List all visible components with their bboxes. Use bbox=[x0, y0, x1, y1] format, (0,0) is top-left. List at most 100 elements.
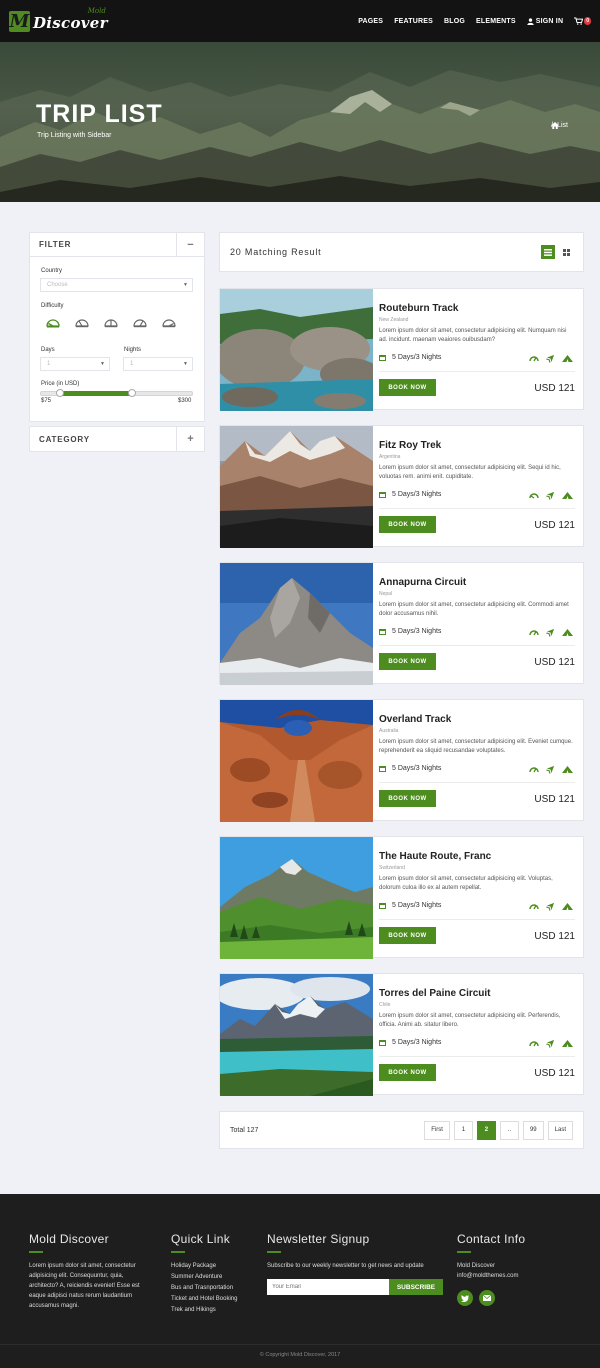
home-icon[interactable] bbox=[551, 122, 560, 129]
price-max-handle[interactable] bbox=[127, 389, 136, 397]
trip-image[interactable] bbox=[220, 700, 373, 822]
trip-image[interactable] bbox=[220, 563, 373, 685]
trip-country: Australia bbox=[379, 728, 399, 734]
footer-quick-title: Quick Link bbox=[171, 1232, 231, 1246]
copyright-text: Copyright Mold Discover, 2017 bbox=[265, 1352, 341, 1358]
trip-name[interactable]: Fitz Roy Trek bbox=[379, 440, 441, 451]
footer-link[interactable]: Holiday Package bbox=[171, 1261, 256, 1272]
difficulty-icon bbox=[529, 356, 539, 362]
list-view-icon bbox=[544, 248, 552, 256]
filter-collapse-button[interactable]: − bbox=[176, 232, 204, 257]
tent-icon bbox=[562, 629, 573, 636]
trip-image[interactable] bbox=[220, 837, 373, 959]
nav-blog[interactable]: BLOG bbox=[444, 18, 465, 25]
trip-name[interactable]: Overland Track bbox=[379, 714, 451, 725]
book-now-button[interactable]: BOOK NOW bbox=[379, 1064, 436, 1081]
days-label: Days bbox=[41, 347, 55, 353]
newsletter-email-input[interactable] bbox=[267, 1279, 389, 1295]
nights-select[interactable]: 1 ▼ bbox=[123, 357, 193, 371]
difficulty-options bbox=[46, 316, 176, 328]
trip-price: USD 121 bbox=[534, 657, 575, 668]
trip-name[interactable]: Torres del Paine Circuit bbox=[379, 988, 491, 999]
tent-icon bbox=[562, 903, 573, 910]
category-expand-button[interactable]: + bbox=[176, 427, 204, 451]
footer-link[interactable]: Summer Adventure bbox=[171, 1272, 256, 1283]
trip-country: Chile bbox=[379, 1002, 391, 1008]
difficulty-icon bbox=[529, 630, 539, 636]
page-title: TRIP LIST bbox=[36, 100, 163, 128]
site-footer: Mold Discover Lorem ipsum dolor sit amet… bbox=[0, 1194, 600, 1368]
subscribe-button[interactable]: SUBSCRIBE bbox=[389, 1279, 443, 1295]
page-2-button[interactable]: 2 bbox=[476, 1120, 496, 1140]
difficulty-moderate-icon[interactable] bbox=[75, 316, 89, 328]
cart-button[interactable]: 0 bbox=[574, 17, 591, 25]
footer-about-text: Lorem ipsum dolor sit amet, consectetur … bbox=[29, 1263, 140, 1309]
book-now-button[interactable]: BOOK NOW bbox=[379, 790, 436, 807]
price-min-handle[interactable] bbox=[55, 389, 64, 397]
tent-icon bbox=[562, 492, 573, 499]
footer-link[interactable]: Trek and Hikings bbox=[171, 1305, 256, 1316]
chevron-down-icon: ▼ bbox=[183, 361, 188, 367]
trip-country: New Zealand bbox=[379, 317, 409, 323]
plane-icon bbox=[546, 491, 555, 500]
difficulty-easy-icon[interactable] bbox=[46, 316, 60, 328]
contact-email[interactable]: info@moldthemes.com bbox=[457, 1271, 567, 1281]
days-select[interactable]: 1 ▼ bbox=[40, 357, 110, 371]
price-range-fill bbox=[59, 391, 132, 396]
calendar-icon bbox=[379, 1040, 386, 1046]
email-button[interactable] bbox=[479, 1290, 495, 1306]
difficulty-label: Difficulty bbox=[41, 303, 64, 309]
chevron-down-icon: ▼ bbox=[100, 361, 105, 367]
book-now-button[interactable]: BOOK NOW bbox=[379, 653, 436, 670]
trip-card: Torres del Paine Circuit Chile Lorem ips… bbox=[219, 973, 584, 1096]
trip-description: Lorem ipsum dolor sit amet, consectetur … bbox=[379, 328, 567, 343]
page-99-button[interactable]: 99 bbox=[522, 1120, 544, 1140]
site-logo[interactable]: M Mold Discover bbox=[9, 7, 108, 32]
difficulty-icon bbox=[529, 904, 539, 910]
chevron-down-icon: ▼ bbox=[183, 282, 188, 288]
difficulty-icon bbox=[529, 493, 539, 499]
footer-link[interactable]: Ticket and Hotel Booking bbox=[171, 1294, 256, 1305]
nights-label: Nights bbox=[124, 347, 142, 353]
nav-elements[interactable]: ELEMENTS bbox=[476, 18, 516, 25]
trip-price: USD 121 bbox=[534, 794, 575, 805]
pagination: Total 127 First 1 2 .. 99 Last bbox=[219, 1111, 584, 1149]
book-now-button[interactable]: BOOK NOW bbox=[379, 927, 436, 944]
list-view-button[interactable] bbox=[541, 245, 555, 259]
main-menu: PAGES FEATURES BLOG ELEMENTS SIGN IN 0 bbox=[358, 17, 591, 25]
tent-icon bbox=[562, 355, 573, 362]
price-min-value: $75 bbox=[41, 398, 52, 404]
tent-icon bbox=[562, 766, 573, 773]
footer-newsletter: Newsletter Signup Subscribe to our weekl… bbox=[267, 1232, 447, 1295]
trip-image[interactable] bbox=[220, 289, 373, 411]
trip-name[interactable]: Annapurna Circuit bbox=[379, 577, 466, 588]
page-first-button[interactable]: First bbox=[424, 1120, 450, 1140]
footer-link[interactable]: Bus and Trasnportation bbox=[171, 1283, 256, 1294]
days-select-value: 1 bbox=[47, 361, 51, 367]
book-now-button[interactable]: BOOK NOW bbox=[379, 516, 436, 533]
difficulty-hard-icon[interactable] bbox=[133, 316, 147, 328]
trip-country: Nepal bbox=[379, 591, 393, 597]
trip-name[interactable]: The Haute Route, Franc bbox=[379, 851, 491, 862]
trip-image[interactable] bbox=[220, 974, 373, 1096]
nights-select-value: 1 bbox=[130, 361, 134, 367]
grid-view-button[interactable] bbox=[559, 245, 573, 259]
trip-duration: 5 Days/3 Nights bbox=[392, 1039, 442, 1046]
cart-icon bbox=[574, 17, 584, 25]
country-select[interactable]: Choose ▼ bbox=[40, 278, 193, 292]
difficulty-challenging-icon[interactable] bbox=[104, 316, 118, 328]
page-last-button[interactable]: Last bbox=[547, 1120, 573, 1140]
nav-features[interactable]: FEATURES bbox=[394, 18, 433, 25]
nav-pages[interactable]: PAGES bbox=[358, 18, 383, 25]
page-1-button[interactable]: 1 bbox=[453, 1120, 473, 1140]
trip-image[interactable] bbox=[220, 426, 373, 548]
difficulty-extreme-icon[interactable] bbox=[162, 316, 176, 328]
trip-country: Argentina bbox=[379, 454, 401, 460]
signin-link[interactable]: SIGN IN bbox=[527, 18, 563, 25]
twitter-button[interactable] bbox=[457, 1290, 473, 1306]
trip-name[interactable]: Routeburn Track bbox=[379, 303, 458, 314]
trip-card: Annapurna Circuit Nepal Lorem ipsum dolo… bbox=[219, 562, 584, 685]
email-icon bbox=[483, 1295, 491, 1301]
book-now-button[interactable]: BOOK NOW bbox=[379, 379, 436, 396]
category-panel: CATEGORY + bbox=[29, 426, 205, 452]
